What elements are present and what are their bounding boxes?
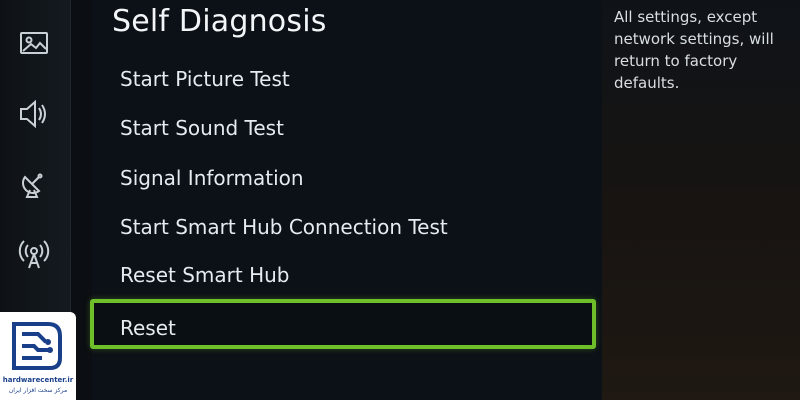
menu-item-smart-hub-connection-test[interactable]: Start Smart Hub Connection Test (120, 206, 580, 248)
watermark-tagline: مرکز سخت افزار ایران (8, 387, 68, 394)
hardwarecenter-logo-icon (12, 322, 62, 370)
menu-item-signal-information[interactable]: Signal Information (120, 157, 580, 199)
help-panel: All settings, except network settings, w… (602, 0, 800, 400)
picture-icon[interactable] (16, 26, 52, 62)
watermark-domain: hardwarecenter.ir (2, 376, 74, 384)
menu-item-start-picture-test[interactable]: Start Picture Test (120, 58, 580, 100)
sound-icon[interactable] (16, 96, 52, 132)
self-diagnosis-panel: Self Diagnosis Start Picture Test Start … (90, 0, 602, 400)
broadcasting-icon[interactable] (16, 166, 52, 202)
help-description: All settings, except network settings, w… (614, 8, 774, 92)
menu-item-reset-smart-hub[interactable]: Reset Smart Hub (120, 254, 580, 296)
menu-item-start-sound-test[interactable]: Start Sound Test (120, 107, 580, 149)
network-icon[interactable] (16, 236, 52, 272)
page-title: Self Diagnosis (112, 4, 327, 39)
menu-item-reset[interactable]: Reset (90, 299, 596, 349)
watermark-logo: hardwarecenter.ir مرکز سخت افزار ایران (0, 312, 76, 400)
